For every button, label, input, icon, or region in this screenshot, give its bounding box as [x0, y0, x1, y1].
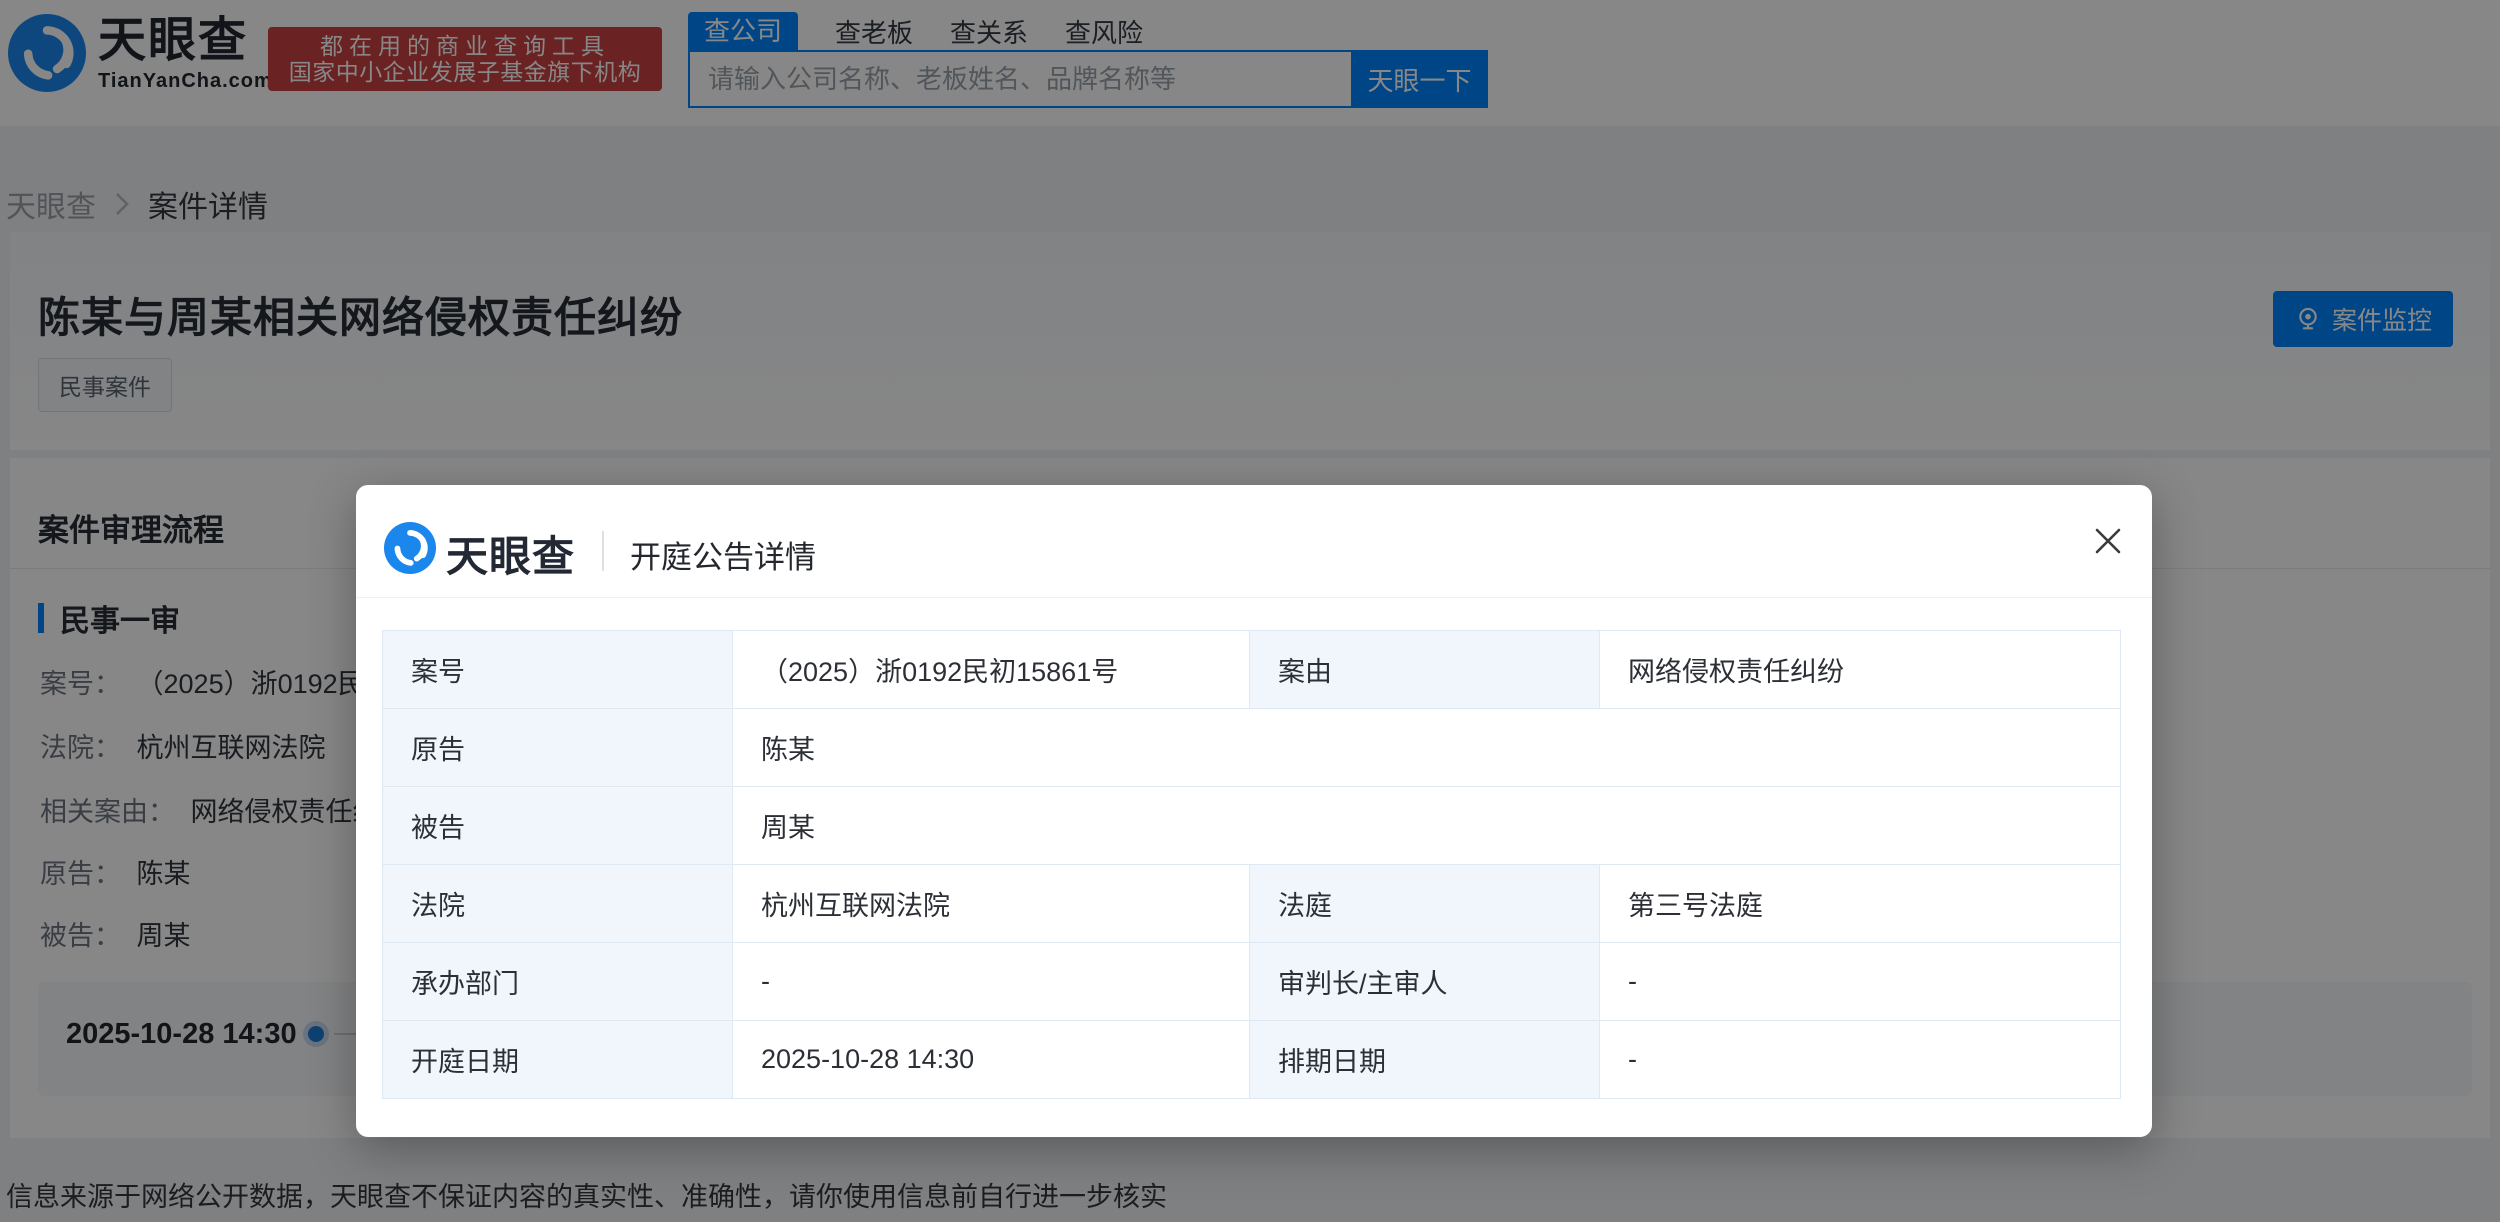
cell-label: 案号	[383, 631, 733, 709]
cell-label: 案由	[1250, 631, 1600, 709]
table-row: 开庭日期 2025-10-28 14:30 排期日期 -	[383, 1021, 2121, 1099]
cell-value: 杭州互联网法院	[733, 865, 1250, 943]
cell-value: 第三号法庭	[1600, 865, 2121, 943]
cell-label: 承办部门	[383, 943, 733, 1021]
cell-value: 网络侵权责任纠纷	[1600, 631, 2121, 709]
cell-value: （2025）浙0192民初15861号	[733, 631, 1250, 709]
hearing-detail-table: 案号 （2025）浙0192民初15861号 案由 网络侵权责任纠纷 原告 陈某…	[382, 630, 2121, 1099]
cell-value: -	[733, 943, 1250, 1021]
table-row: 案号 （2025）浙0192民初15861号 案由 网络侵权责任纠纷	[383, 631, 2121, 709]
modal-close-button[interactable]	[2090, 523, 2126, 559]
cell-label: 法庭	[1250, 865, 1600, 943]
close-icon	[2090, 523, 2126, 559]
tianyancha-logo-icon	[384, 522, 436, 574]
modal-title: 开庭公告详情	[630, 532, 816, 577]
cell-label: 被告	[383, 787, 733, 865]
cell-label: 开庭日期	[383, 1021, 733, 1099]
cell-value: 陈某	[733, 709, 2121, 787]
cell-label: 原告	[383, 709, 733, 787]
cell-label: 排期日期	[1250, 1021, 1600, 1099]
cell-value: 周某	[733, 787, 2121, 865]
table-row: 法院 杭州互联网法院 法庭 第三号法庭	[383, 865, 2121, 943]
modal-brand: 天眼查	[446, 523, 575, 584]
cell-value: -	[1600, 943, 2121, 1021]
cell-value: 2025-10-28 14:30	[733, 1021, 1250, 1099]
page: 天眼查 TianYanCha.com 都在用的商业查询工具 国家中小企业发展子基…	[0, 0, 2500, 1222]
modal-brand-divider	[602, 531, 604, 571]
table-row: 承办部门 - 审判长/主审人 -	[383, 943, 2121, 1021]
modal-header-divider	[356, 597, 2152, 598]
table-row: 被告 周某	[383, 787, 2121, 865]
cell-label: 审判长/主审人	[1250, 943, 1600, 1021]
cell-label: 法院	[383, 865, 733, 943]
cell-value: -	[1600, 1021, 2121, 1099]
hearing-detail-modal: 天眼查 开庭公告详情 案号 （2025）浙0192民初15861号 案由 网络侵…	[356, 485, 2152, 1137]
table-row: 原告 陈某	[383, 709, 2121, 787]
